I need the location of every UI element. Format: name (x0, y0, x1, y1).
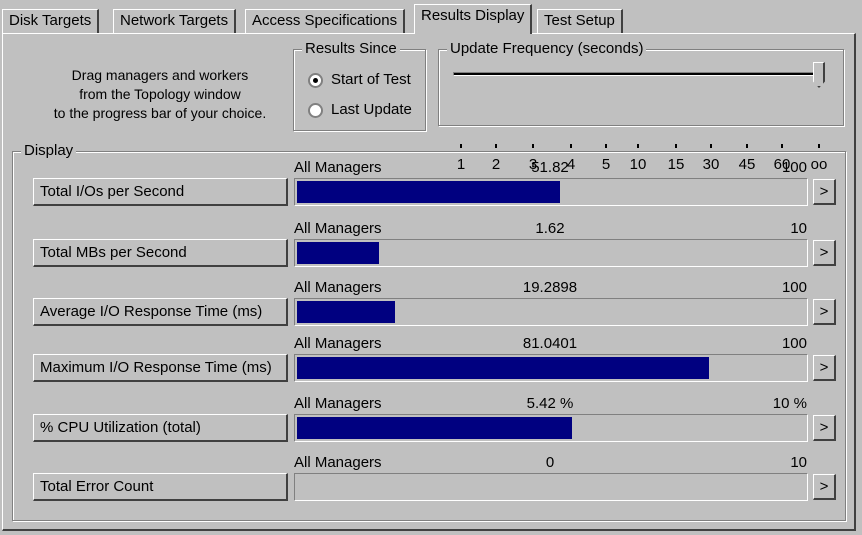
update-frequency-group: Update Frequency (seconds) 1 2 3 4 5 10 15 30 45… (438, 40, 844, 173)
instruction-line: from the Topology window (79, 86, 241, 102)
results-since-title: Results Since (302, 40, 400, 57)
progress-fill (297, 301, 395, 323)
expand-arrow-button[interactable]: > (813, 355, 836, 381)
tab-network-targets[interactable]: Network Targets (113, 9, 237, 34)
tab-disk-targets[interactable]: Disk Targets (2, 9, 100, 34)
tick-mark (675, 144, 677, 148)
metric-button[interactable]: Total MBs per Second (33, 239, 288, 267)
slider-thumb[interactable] (813, 62, 825, 88)
metric-button[interactable]: Average I/O Response Time (ms) (33, 298, 288, 326)
progress-bar[interactable] (294, 239, 808, 267)
radio-unselected-icon (308, 102, 323, 118)
progress-bar[interactable] (294, 414, 808, 442)
max-label: 10 (790, 220, 807, 237)
tick-mark (637, 144, 639, 148)
max-label: 10 (790, 454, 807, 471)
value-label: 0 (545, 454, 555, 471)
instruction-line: to the progress bar of your choice. (53, 105, 267, 121)
progress-bar[interactable] (294, 298, 808, 326)
progress-fill (297, 417, 572, 439)
progress-fill (297, 181, 560, 203)
value-label: 1.62 (535, 220, 565, 237)
progress-bar[interactable] (294, 178, 808, 206)
tick-mark (781, 144, 783, 148)
display-title: Display (21, 142, 77, 159)
radio-last-update[interactable]: Last Update (308, 101, 412, 118)
max-label: 100 (781, 335, 807, 352)
max-label: 10 % (772, 395, 807, 412)
source-label: All Managers (294, 454, 382, 471)
tick-mark (605, 144, 607, 148)
tick-mark (818, 144, 820, 148)
instruction-line: Drag managers and workers (71, 67, 249, 83)
progress-bar[interactable] (294, 354, 808, 382)
tick-mark (710, 144, 712, 148)
tick-mark (460, 144, 462, 148)
metric-button[interactable]: % CPU Utilization (total) (33, 414, 288, 442)
source-label: All Managers (294, 220, 382, 237)
radio-label: Start of Test (331, 71, 411, 88)
metric-button[interactable]: Maximum I/O Response Time (ms) (33, 354, 288, 382)
expand-arrow-button[interactable]: > (813, 415, 836, 441)
expand-arrow-button[interactable]: > (813, 299, 836, 325)
value-label: 51.82 (531, 159, 569, 176)
max-label: 100 (781, 159, 807, 176)
tab-test-setup[interactable]: Test Setup (537, 9, 623, 34)
value-label: 19.2898 (522, 279, 578, 296)
radio-start-of-test[interactable]: Start of Test (308, 71, 411, 88)
instructions-text: Drag managers and workers from the Topol… (30, 66, 290, 123)
value-label: 81.0401 (522, 335, 578, 352)
metric-button[interactable]: Total I/Os per Second (33, 178, 288, 206)
source-label: All Managers (294, 159, 382, 176)
tick-mark (746, 144, 748, 148)
progress-bar[interactable] (294, 473, 808, 501)
source-label: All Managers (294, 335, 382, 352)
radio-selected-icon (308, 72, 323, 88)
tab-access-specifications[interactable]: Access Specifications (245, 9, 406, 34)
max-label: 100 (781, 279, 807, 296)
expand-arrow-button[interactable]: > (813, 474, 836, 500)
update-frequency-title: Update Frequency (seconds) (447, 40, 647, 57)
expand-arrow-button[interactable]: > (813, 240, 836, 266)
progress-fill (297, 357, 709, 379)
results-since-group: Results Since Start of Test Last Update (293, 40, 426, 131)
tick-mark (570, 144, 572, 148)
source-label: All Managers (294, 395, 382, 412)
expand-arrow-button[interactable]: > (813, 179, 836, 205)
slider-track[interactable] (453, 72, 823, 76)
source-label: All Managers (294, 279, 382, 296)
metric-button[interactable]: Total Error Count (33, 473, 288, 501)
tick-mark (495, 144, 497, 148)
value-label: 5.42 % (526, 395, 574, 412)
tab-results-display[interactable]: Results Display (414, 4, 533, 34)
radio-label: Last Update (331, 101, 412, 118)
tick-mark (532, 144, 534, 148)
progress-fill (297, 242, 379, 264)
